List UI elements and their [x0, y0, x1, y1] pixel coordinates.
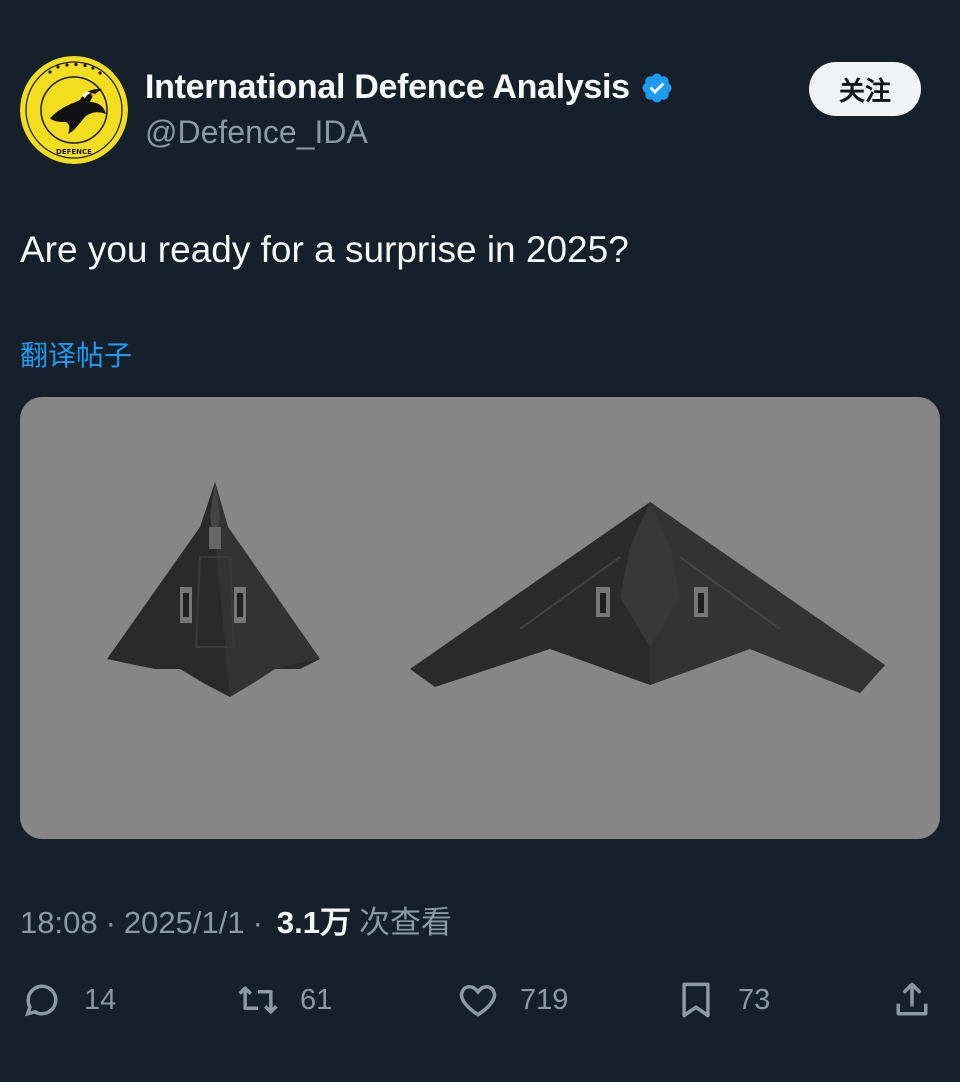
- repost-button[interactable]: 61: [236, 970, 332, 1030]
- reply-button[interactable]: 14: [20, 970, 116, 1030]
- share-icon: [896, 982, 928, 1016]
- tweet-text: Are you ready for a surprise in 2025?: [20, 229, 629, 270]
- meta-separator-2: ·: [252, 905, 263, 940]
- author-name-text: International Defence Analysis: [145, 68, 630, 106]
- follow-button[interactable]: 关注: [809, 62, 921, 116]
- translate-post-link[interactable]: 翻译帖子: [20, 334, 132, 374]
- views-count: 3.1万: [276, 905, 352, 940]
- bookmark-count: 73: [738, 983, 771, 1016]
- meta-separator: ·: [105, 905, 116, 940]
- reply-icon: [25, 984, 58, 1017]
- stealth-aircraft-image: [107, 482, 885, 697]
- eagle-logo-icon: DEFENCE: [20, 56, 128, 164]
- avatar[interactable]: DEFENCE: [20, 56, 128, 164]
- repost-count: 61: [300, 983, 333, 1016]
- flying-wing-aircraft: [410, 502, 885, 693]
- like-count: 719: [520, 983, 569, 1016]
- verified-badge-icon: [642, 72, 672, 103]
- repost-icon: [238, 986, 278, 1014]
- heart-icon: [459, 985, 497, 1017]
- views-label: 次查看: [359, 905, 453, 941]
- tweet-action-bar: 14 61 719 73: [0, 970, 960, 1030]
- tweet-date[interactable]: 2025/1/1: [124, 905, 245, 941]
- delta-wing-aircraft: [107, 482, 320, 697]
- bookmark-icon: [682, 982, 710, 1018]
- like-button[interactable]: 719: [456, 970, 568, 1030]
- tweet-media-image[interactable]: [20, 397, 940, 839]
- tweet-meta: 18:08 · 2025/1/1 · 3.1万 次查看: [20, 897, 452, 942]
- share-button[interactable]: [890, 970, 954, 1030]
- reply-count: 14: [84, 983, 117, 1016]
- author-display-name[interactable]: International Defence Analysis: [145, 68, 674, 107]
- bottom-divider: [0, 1062, 960, 1082]
- author-handle[interactable]: @Defence_IDA: [145, 114, 368, 151]
- tweet-time[interactable]: 18:08: [20, 905, 98, 941]
- svg-text:DEFENCE: DEFENCE: [56, 148, 92, 156]
- bookmark-button[interactable]: 73: [674, 970, 770, 1030]
